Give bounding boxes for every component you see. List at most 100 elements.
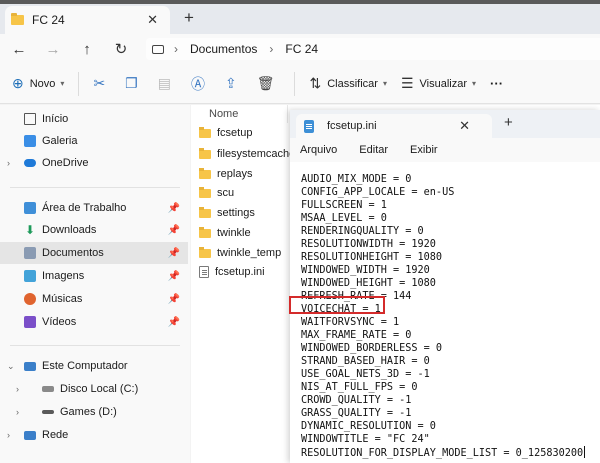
chevron-right-icon[interactable]: ›	[16, 384, 19, 394]
text-line: RENDERINGQUALITY = 0	[301, 226, 424, 237]
sort-label: Classificar	[327, 77, 378, 90]
file-name: filesystemcache	[217, 148, 296, 160]
plus-circle-icon: ⊕	[12, 75, 24, 91]
sidebar-divider	[10, 345, 180, 346]
sidebar-item-downloads[interactable]: ⬇ Downloads 📌	[0, 219, 188, 241]
sidebar-item-onedrive[interactable]: › OneDrive	[0, 152, 188, 174]
command-bar: ⊕ Novo ▾ ✂ ❐ ▤ Ⓐ ⇪ 🗑 ⇅ Classificar ▾ ☰ V…	[0, 64, 600, 104]
menu-view[interactable]: Exibir	[410, 144, 438, 156]
text-line: FULLSCREEN = 1	[301, 200, 387, 211]
sort-button[interactable]: ⇅ Classificar ▾	[309, 75, 386, 92]
sidebar-item-gallery[interactable]: Galeria	[0, 130, 188, 152]
list-item[interactable]: fcsetup	[199, 123, 297, 143]
cloud-icon	[24, 159, 36, 167]
text-line: WINDOWTITLE = "FC 24"	[301, 434, 430, 445]
menu-file[interactable]: Arquivo	[300, 144, 337, 156]
view-button[interactable]: ☰ Visualizar ▾	[401, 75, 476, 92]
sidebar-item-disk-d[interactable]: › Games (D:)	[0, 401, 188, 423]
chevron-down-icon: ▾	[382, 79, 387, 88]
sidebar-item-music[interactable]: Músicas 📌	[0, 288, 188, 310]
home-icon	[24, 113, 36, 125]
breadcrumb-fc24[interactable]: FC 24	[285, 42, 318, 56]
rename-icon[interactable]: Ⓐ	[191, 74, 205, 94]
back-icon[interactable]: ←	[2, 41, 36, 58]
folder-icon	[199, 147, 211, 159]
sidebar-item-label: Documentos	[42, 247, 104, 259]
sidebar-item-label: Games (D:)	[60, 406, 117, 418]
notepad-tab[interactable]: fcsetup.ini ✕	[296, 114, 492, 138]
gallery-icon	[24, 135, 36, 147]
sidebar-item-disk-c[interactable]: › Disco Local (C:)	[0, 378, 188, 400]
sidebar-item-pictures[interactable]: Imagens 📌	[0, 265, 188, 287]
text-line: WINDOWED_WIDTH = 1920	[301, 265, 430, 276]
file-name: settings	[217, 207, 255, 219]
list-item[interactable]: twinkle	[199, 223, 297, 243]
share-icon[interactable]: ⇪	[225, 75, 237, 92]
pin-icon[interactable]: 📌	[168, 294, 180, 305]
drive-icon	[42, 410, 54, 414]
text-line-last: RESOLUTION_FOR_DISPLAY_MODE_LIST = 0_125…	[301, 446, 586, 459]
forward-icon[interactable]: →	[36, 41, 70, 58]
delete-icon[interactable]: 🗑	[257, 75, 275, 92]
list-item[interactable]: replays	[199, 164, 297, 184]
highlight-annotation-box	[289, 296, 385, 314]
sidebar-item-label: Disco Local (C:)	[60, 383, 139, 395]
new-button[interactable]: ⊕ Novo ▾	[12, 75, 64, 92]
text-line: USE_GOAL_NETS_3D = -1	[301, 369, 430, 380]
sidebar-item-label: Galeria	[42, 135, 78, 147]
notepad-menubar: Arquivo Editar Exibir	[290, 138, 600, 162]
new-tab-button[interactable]: +	[184, 9, 194, 26]
cut-icon[interactable]: ✂	[93, 75, 105, 92]
text-line: RESOLUTIONHEIGHT = 1080	[301, 252, 443, 263]
copy-icon[interactable]: ❐	[125, 75, 138, 92]
more-label: ···	[490, 76, 504, 91]
sidebar-item-network[interactable]: › Rede	[0, 424, 188, 446]
sidebar-item-label: Este Computador	[42, 360, 128, 372]
pin-icon[interactable]: 📌	[168, 225, 180, 236]
list-item[interactable]: twinkle_temp	[199, 243, 297, 263]
chevron-down-icon: ▾	[472, 79, 477, 88]
list-item[interactable]: fcsetup.ini	[199, 262, 297, 282]
text-line: DYNAMIC_RESOLUTION = 0	[301, 421, 436, 432]
explorer-titlebar: FC 24 ✕ +	[0, 4, 600, 34]
list-item[interactable]: filesystemcache	[199, 144, 297, 164]
pin-icon[interactable]: 📌	[168, 317, 180, 328]
sidebar-item-home[interactable]: Início	[0, 108, 188, 130]
paste-icon[interactable]: ▤	[158, 75, 171, 92]
sidebar-item-label: OneDrive	[42, 157, 89, 169]
pin-icon[interactable]: 📌	[168, 271, 180, 282]
sidebar-item-this-pc[interactable]: ⌄ Este Computador	[0, 355, 188, 377]
menu-edit[interactable]: Editar	[359, 144, 388, 156]
sidebar-item-desktop[interactable]: Área de Trabalho 📌	[0, 197, 188, 219]
sort-icon: ⇅	[309, 75, 322, 91]
sidebar-item-label: Músicas	[42, 293, 83, 305]
column-header-name[interactable]: Nome	[209, 108, 238, 120]
refresh-icon[interactable]: ↻	[104, 40, 138, 58]
sidebar-divider	[10, 187, 180, 188]
sidebar-item-documents[interactable]: Documentos 📌	[0, 242, 188, 264]
close-tab-icon[interactable]: ✕	[459, 118, 470, 134]
breadcrumb-documents[interactable]: Documentos	[190, 42, 257, 56]
notepad-window: fcsetup.ini ✕ + Arquivo Editar Exibir AU…	[290, 110, 600, 463]
pin-icon[interactable]: 📌	[168, 203, 180, 214]
folder-icon	[199, 226, 211, 238]
chevron-down-icon: ▾	[60, 79, 65, 88]
list-item[interactable]: scu	[199, 183, 297, 203]
sidebar-item-videos[interactable]: Vídeos 📌	[0, 311, 188, 333]
list-item[interactable]: settings	[199, 203, 297, 223]
chevron-right-icon[interactable]: ›	[7, 430, 10, 440]
pin-icon[interactable]: 📌	[168, 248, 180, 259]
text-line: NIS_AT_FULL_FPS = 0	[301, 382, 418, 393]
more-button[interactable]: ···	[490, 76, 503, 91]
new-tab-button[interactable]: +	[504, 115, 513, 131]
close-tab-icon[interactable]: ✕	[147, 12, 158, 28]
folder-icon	[199, 167, 211, 179]
desktop-icon	[24, 202, 36, 214]
text-line: WINDOWED_BORDERLESS = 0	[301, 343, 443, 354]
explorer-tab[interactable]: FC 24 ✕	[5, 6, 170, 34]
chevron-down-icon[interactable]: ⌄	[7, 361, 15, 372]
chevron-right-icon[interactable]: ›	[7, 158, 10, 168]
chevron-right-icon[interactable]: ›	[16, 407, 19, 417]
up-icon[interactable]: ↑	[70, 41, 104, 58]
address-bar[interactable]: › Documentos › FC 24	[146, 38, 600, 60]
